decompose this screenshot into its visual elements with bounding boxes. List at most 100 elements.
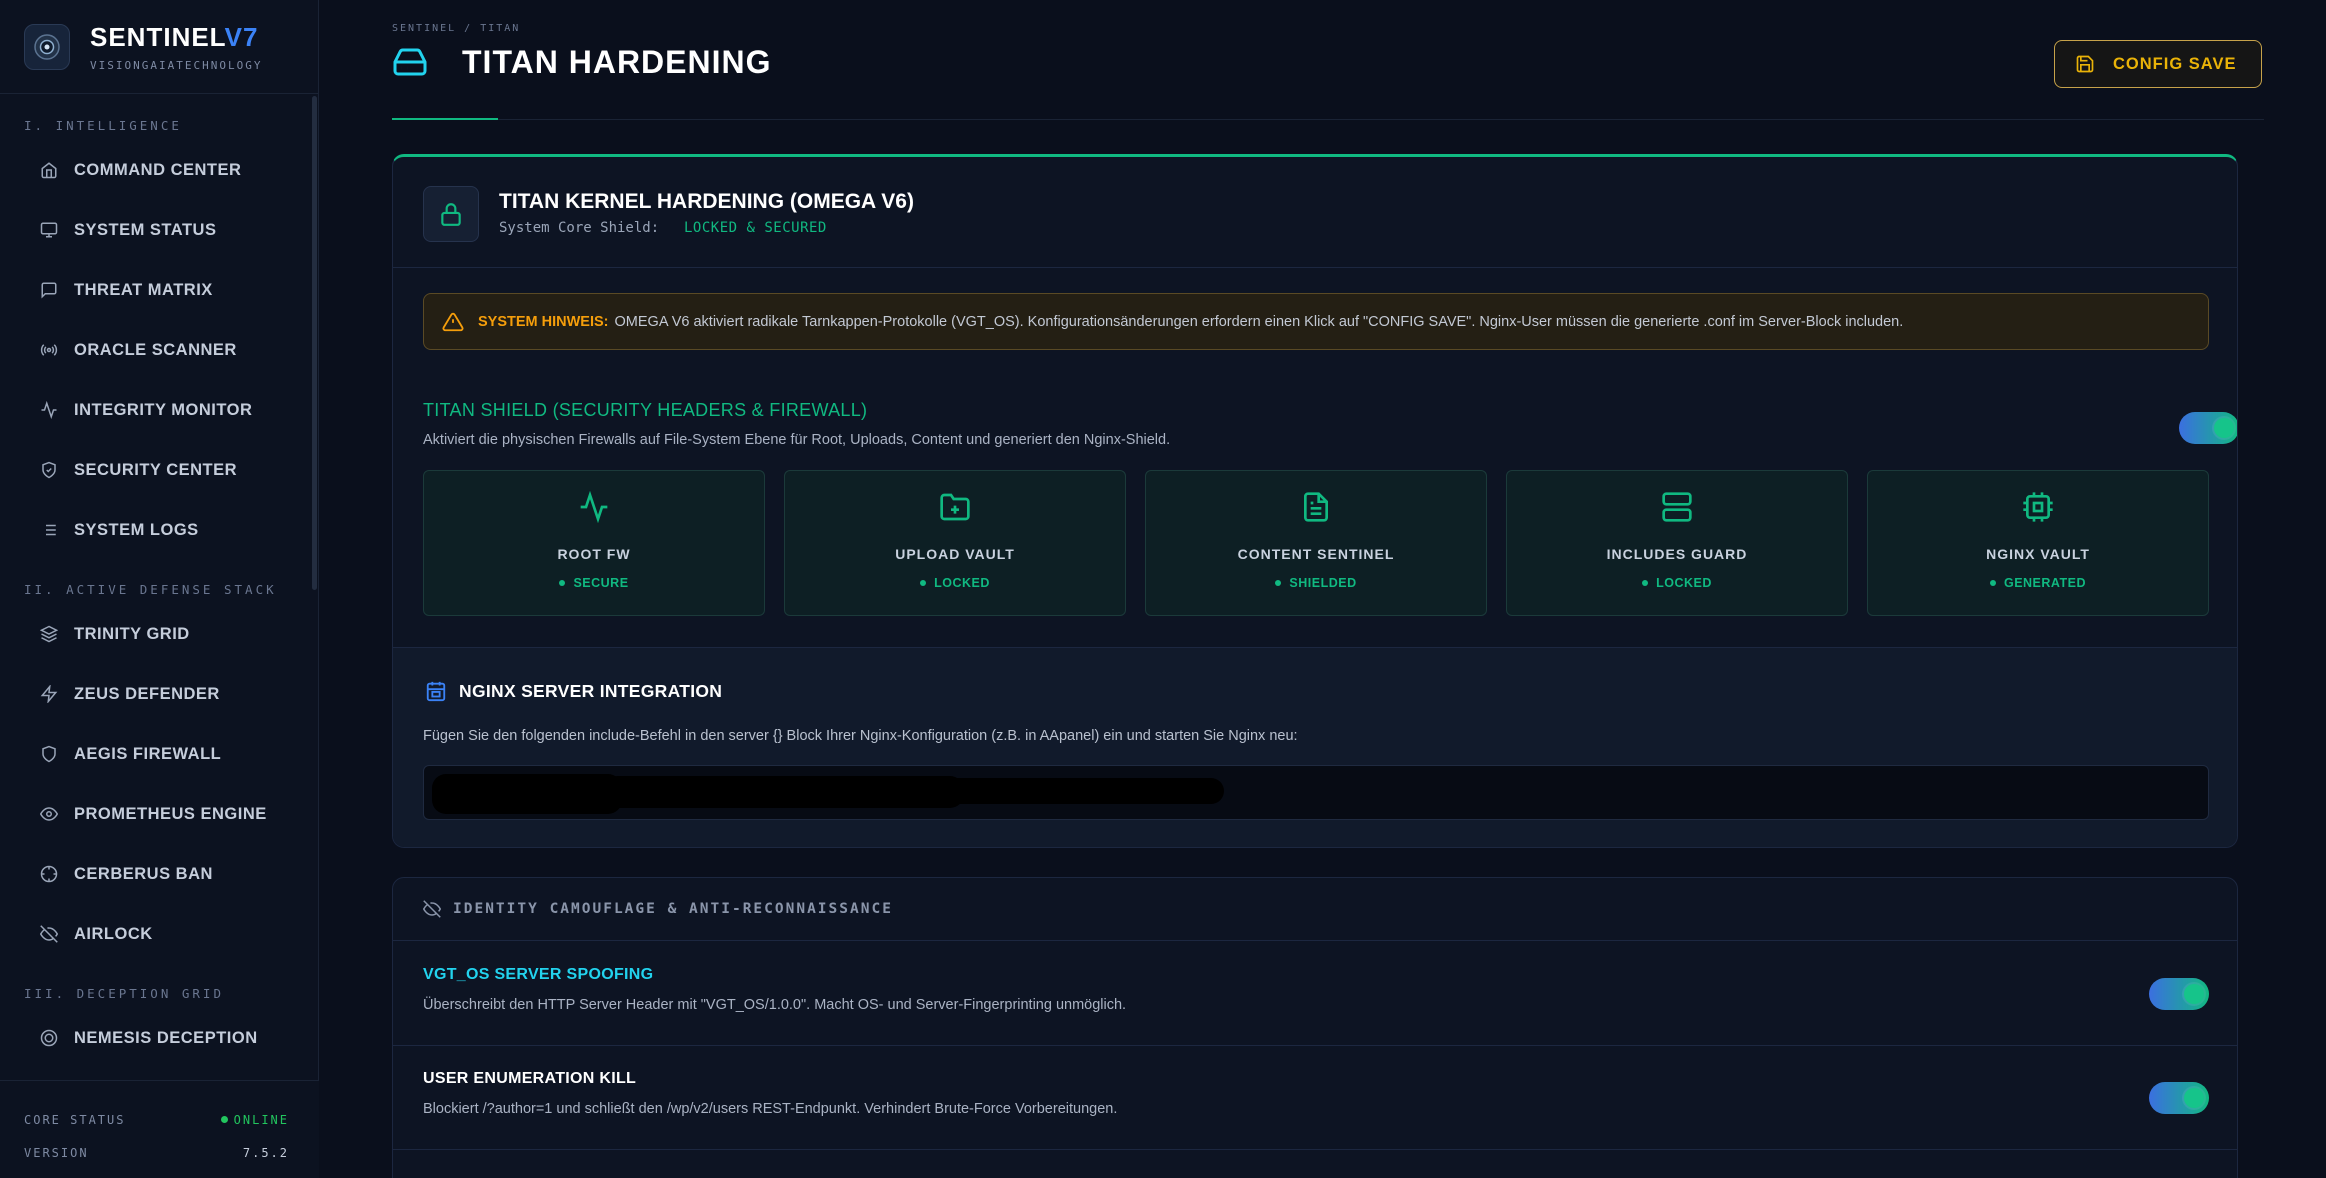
option-vgt-os-spoofing: VGT_OS SERVER SPOOFING Überschreibt den …: [393, 942, 2237, 1046]
redaction-mark: [604, 776, 964, 808]
tile-status: SHIELDED: [1146, 576, 1486, 590]
sidebar-nav: I. INTELLIGENCE COMMAND CENTER SYSTEM ST…: [0, 94, 310, 1080]
tile-content-sentinel: CONTENT SENTINEL SHIELDED: [1145, 470, 1487, 616]
radio-icon: [38, 339, 60, 361]
sidebar-item-zeus-defender[interactable]: ZEUS DEFENDER: [0, 664, 310, 724]
sidebar-item-label: SECURITY CENTER: [74, 460, 238, 479]
sidebar-item-label: TRINITY GRID: [74, 624, 190, 643]
identity-card-header: IDENTITY CAMOUFLAGE & ANTI-RECONNAISSANC…: [393, 878, 2237, 941]
nav-section-deception-grid: III. DECEPTION GRID: [24, 985, 224, 1001]
shield-check-icon: [38, 459, 60, 481]
tile-root-fw: ROOT FW SECURE: [423, 470, 765, 616]
sidebar-item-label: SYSTEM LOGS: [74, 520, 199, 539]
target-icon: [38, 1027, 60, 1049]
core-shield-label: System Core Shield:: [499, 220, 660, 236]
lock-icon: [423, 186, 479, 242]
option-user-enumeration-kill: USER ENUMERATION KILL Blockiert /?author…: [393, 1046, 2237, 1150]
tile-status: LOCKED: [785, 576, 1125, 590]
activity-icon: [424, 491, 764, 527]
sidebar-item-label: ORACLE SCANNER: [74, 340, 237, 359]
crosshair-icon: [38, 863, 60, 885]
titan-card-title: TITAN KERNEL HARDENING (OMEGA V6): [499, 190, 914, 213]
sidebar-item-label: ZEUS DEFENDER: [74, 684, 220, 703]
version-value: 7.5.2: [242, 1145, 289, 1160]
sidebar-item-oracle-scanner[interactable]: ORACLE SCANNER: [0, 320, 310, 380]
page-title: TITAN HARDENING: [462, 44, 772, 80]
notice-text: OMEGA V6 aktiviert radikale Tarnkappen-P…: [614, 313, 1904, 330]
version-label: VERSION: [24, 1145, 89, 1160]
user-enumeration-kill-toggle[interactable]: [2149, 1082, 2209, 1114]
zap-icon: [38, 683, 60, 705]
option-description: Blockiert /?author=1 und schließt den /w…: [423, 1101, 1118, 1117]
tile-name: CONTENT SENTINEL: [1237, 546, 1395, 562]
brand-subtitle: VISIONGAIATECHNOLOGY: [90, 58, 263, 72]
identity-camouflage-card: IDENTITY CAMOUFLAGE & ANTI-RECONNAISSANC…: [392, 877, 2238, 1178]
sidebar-item-label: NEMESIS DECEPTION: [74, 1028, 258, 1047]
page-header: SENTINEL / TITAN TITAN HARDENING CONFIG …: [392, 0, 2264, 121]
sidebar-item-system-logs[interactable]: SYSTEM LOGS: [0, 500, 310, 560]
tile-name: NGINX VAULT: [1986, 546, 2090, 562]
core-status-value: ONLINE: [220, 1113, 289, 1127]
breadcrumb: SENTINEL / TITAN: [392, 23, 521, 34]
header-accent-bar: [392, 118, 498, 120]
brand-name: SENTINELV7: [90, 21, 259, 52]
redaction-mark: [944, 778, 1224, 804]
core-status-label: CORE STATUS: [24, 1112, 126, 1127]
nginx-description: Fügen Sie den folgenden include-Befehl i…: [423, 728, 1298, 744]
sidebar-item-aegis-firewall[interactable]: AEGIS FIREWALL: [0, 724, 310, 784]
tile-status: LOCKED: [1507, 576, 1847, 590]
file-text-icon: [1146, 491, 1486, 527]
tile-name: UPLOAD VAULT: [895, 546, 1015, 562]
config-save-button[interactable]: CONFIG SAVE: [2054, 40, 2262, 88]
sidebar-item-system-status[interactable]: SYSTEM STATUS: [0, 200, 310, 260]
tile-status: GENERATED: [1868, 576, 2208, 590]
sidebar-item-threat-matrix[interactable]: THREAT MATRIX: [0, 260, 310, 320]
sidebar-item-label: THREAT MATRIX: [74, 280, 213, 299]
monitor-icon: [38, 219, 60, 241]
titan-shield-description: Aktiviert die physischen Firewalls auf F…: [423, 432, 1171, 448]
nginx-include-code[interactable]: [423, 765, 2209, 820]
sidebar-scrollbar[interactable]: [312, 96, 317, 590]
shield-icon: [38, 743, 60, 765]
eye-off-icon: [423, 900, 441, 918]
config-save-label: CONFIG SAVE: [2113, 54, 2237, 73]
sidebar-item-nemesis-deception[interactable]: NEMESIS DECEPTION: [0, 1008, 310, 1068]
option-title: USER ENUMERATION KILL: [423, 1070, 637, 1087]
brand[interactable]: SENTINELV7 VISIONGAIATECHNOLOGY: [0, 0, 318, 94]
sidebar: SENTINELV7 VISIONGAIATECHNOLOGY I. INTEL…: [0, 0, 319, 1178]
option-description: Überschreibt den HTTP Server Header mit …: [423, 997, 1127, 1013]
identity-card-title: IDENTITY CAMOUFLAGE & ANTI-RECONNAISSANC…: [453, 901, 893, 917]
hard-drive-icon: [392, 44, 428, 80]
folder-plus-icon: [785, 491, 1125, 527]
sidebar-item-label: PROMETHEUS ENGINE: [74, 804, 267, 823]
tile-nginx-vault: NGINX VAULT GENERATED: [1867, 470, 2209, 616]
layers-icon: [38, 623, 60, 645]
sidebar-item-label: AIRLOCK: [74, 924, 153, 943]
sidebar-item-cerberus-ban[interactable]: CERBERUS BAN: [0, 844, 310, 904]
tile-upload-vault: UPLOAD VAULT LOCKED: [784, 470, 1126, 616]
vgt-os-spoofing-toggle[interactable]: [2149, 978, 2209, 1010]
eye-off-icon: [38, 923, 60, 945]
sidebar-item-command-center[interactable]: COMMAND CENTER: [0, 140, 310, 200]
sidebar-item-security-center[interactable]: SECURITY CENTER: [0, 440, 310, 500]
sidebar-item-integrity-monitor[interactable]: INTEGRITY MONITOR: [0, 380, 310, 440]
server-icon: [1507, 491, 1847, 527]
message-icon: [38, 279, 60, 301]
cpu-icon: [1868, 491, 2208, 527]
sidebar-item-trinity-grid[interactable]: TRINITY GRID: [0, 604, 310, 664]
tile-includes-guard: INCLUDES GUARD LOCKED: [1506, 470, 1848, 616]
nav-section-intelligence: I. INTELLIGENCE: [24, 117, 182, 133]
eye-icon: [38, 803, 60, 825]
titan-kernel-card: TITAN KERNEL HARDENING (OMEGA V6) System…: [392, 154, 2238, 848]
warning-icon: [442, 312, 464, 331]
calendar-icon: [425, 680, 447, 707]
header-divider: [392, 119, 2264, 120]
core-shield-status: LOCKED & SECURED: [684, 220, 827, 236]
sidebar-item-airlock[interactable]: AIRLOCK: [0, 904, 310, 964]
titan-shield-toggle[interactable]: [2179, 412, 2237, 444]
status-dot-icon: [220, 1116, 228, 1123]
sidebar-item-label: CERBERUS BAN: [74, 864, 213, 883]
save-icon: [2076, 55, 2094, 73]
list-icon: [38, 519, 60, 541]
sidebar-item-prometheus-engine[interactable]: PROMETHEUS ENGINE: [0, 784, 310, 844]
